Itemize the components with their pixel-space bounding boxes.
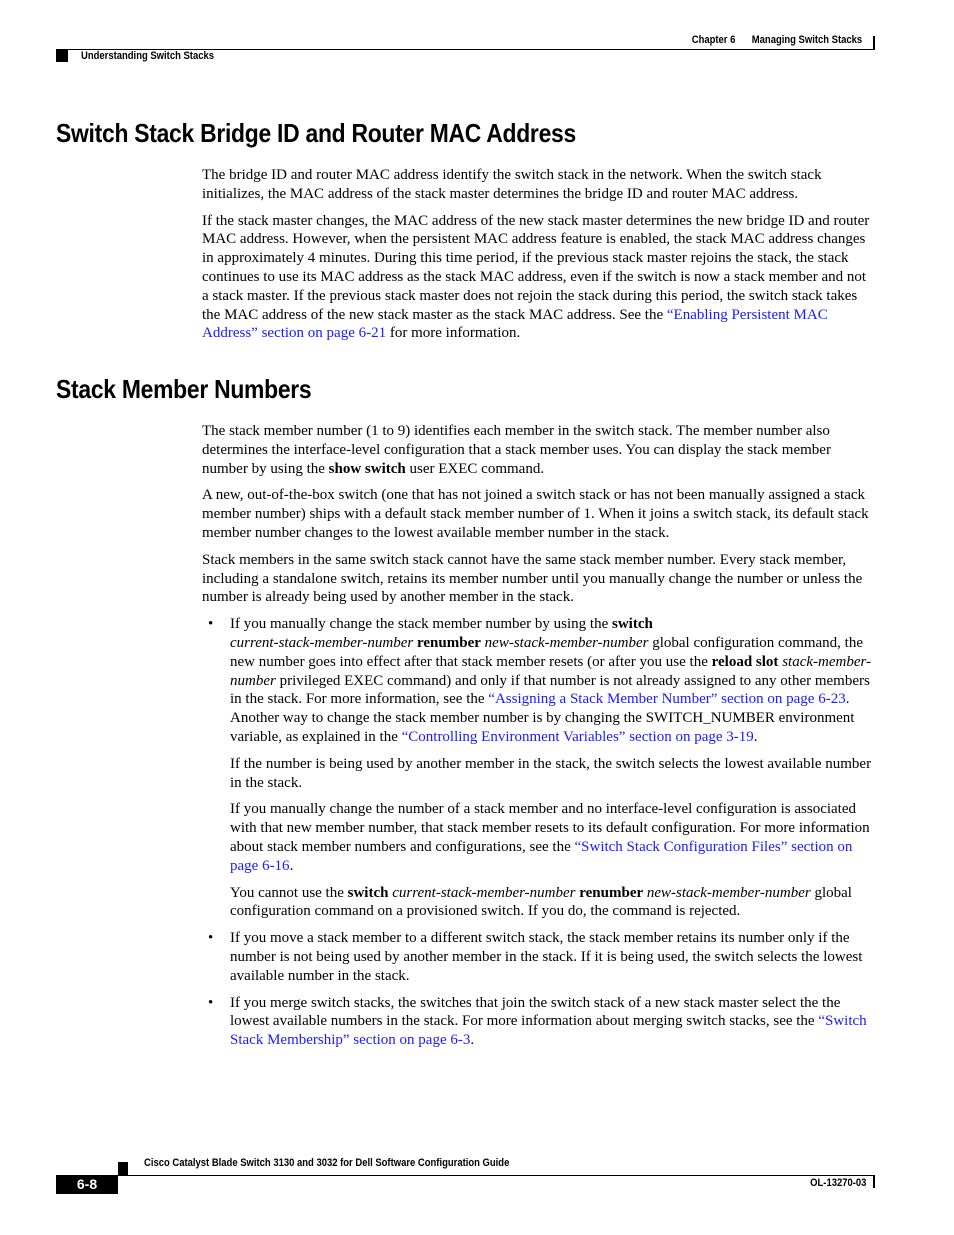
paragraph: The bridge ID and router MAC address ide…: [202, 167, 822, 202]
list-item: If you merge switch stacks, the switches…: [202, 994, 874, 1050]
command-argument: new-stack-member-number: [646, 884, 811, 901]
command-show-switch: show switch: [328, 460, 406, 477]
link-assigning-stack-member-number[interactable]: “Assigning a Stack Member Number” sectio…: [488, 691, 845, 707]
paragraph: The stack member number (1 to 9) identif…: [202, 422, 874, 478]
paragraph: If you move a stack member to a differen…: [230, 930, 863, 984]
command-keyword: renumber: [579, 884, 644, 901]
paragraph: If you merge switch stacks, the switches…: [230, 994, 874, 1050]
paragraph: A new, out-of-the-box switch (one that h…: [202, 487, 869, 541]
command-keyword: switch: [611, 616, 653, 633]
text: for more information.: [386, 325, 521, 342]
command-argument: new-stack-member-number: [484, 634, 649, 651]
command-keyword: reload slot: [711, 653, 779, 670]
section-heading-stack-member-numbers: Stack Member Numbers: [56, 374, 312, 404]
command-argument: current-stack-member-number: [230, 634, 414, 651]
text: user EXEC command.: [405, 460, 545, 477]
list-item: If you manually change the stack member …: [202, 615, 874, 921]
header-right-bar: [873, 36, 875, 50]
footer-rule: [56, 1175, 875, 1176]
text: .: [753, 728, 758, 745]
paragraph: If you manually change the stack member …: [230, 615, 874, 747]
text: If you merge switch stacks, the switches…: [230, 994, 841, 1030]
header-block-marker: [56, 50, 68, 62]
paragraph: If the stack master changes, the MAC add…: [202, 212, 874, 344]
list-item: If you move a stack member to a differen…: [202, 929, 874, 985]
section-heading-bridge-id: Switch Stack Bridge ID and Router MAC Ad…: [56, 118, 576, 148]
paragraph: Stack members in the same switch stack c…: [202, 551, 863, 606]
section-body-stack-member-numbers: The stack member number (1 to 9) identif…: [202, 422, 874, 1058]
chapter-number: Chapter 6: [691, 34, 736, 46]
text: .: [289, 857, 294, 874]
command-keyword: switch: [347, 884, 389, 901]
text: If you manually change the stack member …: [230, 616, 612, 633]
bullet-list: If you manually change the stack member …: [202, 615, 874, 1050]
text: .: [470, 1032, 475, 1049]
running-header-chapter: Chapter 6 Managing Switch Stacks: [692, 34, 862, 46]
footer-right-bar: [873, 1175, 875, 1188]
page-number: 6-8: [56, 1175, 118, 1194]
command-keyword: renumber: [417, 634, 481, 651]
paragraph: If the number is being used by another m…: [230, 755, 872, 791]
paragraph: If you manually change the number of a s…: [230, 800, 874, 875]
link-controlling-environment-variables[interactable]: “Controlling Environment Variables” sect…: [402, 729, 754, 745]
running-header-section: Understanding Switch Stacks: [81, 50, 215, 62]
footer-guide-title: Cisco Catalyst Blade Switch 3130 and 303…: [144, 1157, 510, 1169]
paragraph: You cannot use the switch current-stack-…: [230, 884, 874, 922]
chapter-title: Managing Switch Stacks: [751, 34, 862, 46]
command-argument: current-stack-member-number: [392, 884, 576, 901]
text: You cannot use the: [230, 884, 348, 901]
section-body-bridge-id: The bridge ID and router MAC address ide…: [202, 166, 874, 351]
document-number: OL-13270-03: [809, 1177, 866, 1189]
footer-block-marker: [118, 1162, 128, 1175]
